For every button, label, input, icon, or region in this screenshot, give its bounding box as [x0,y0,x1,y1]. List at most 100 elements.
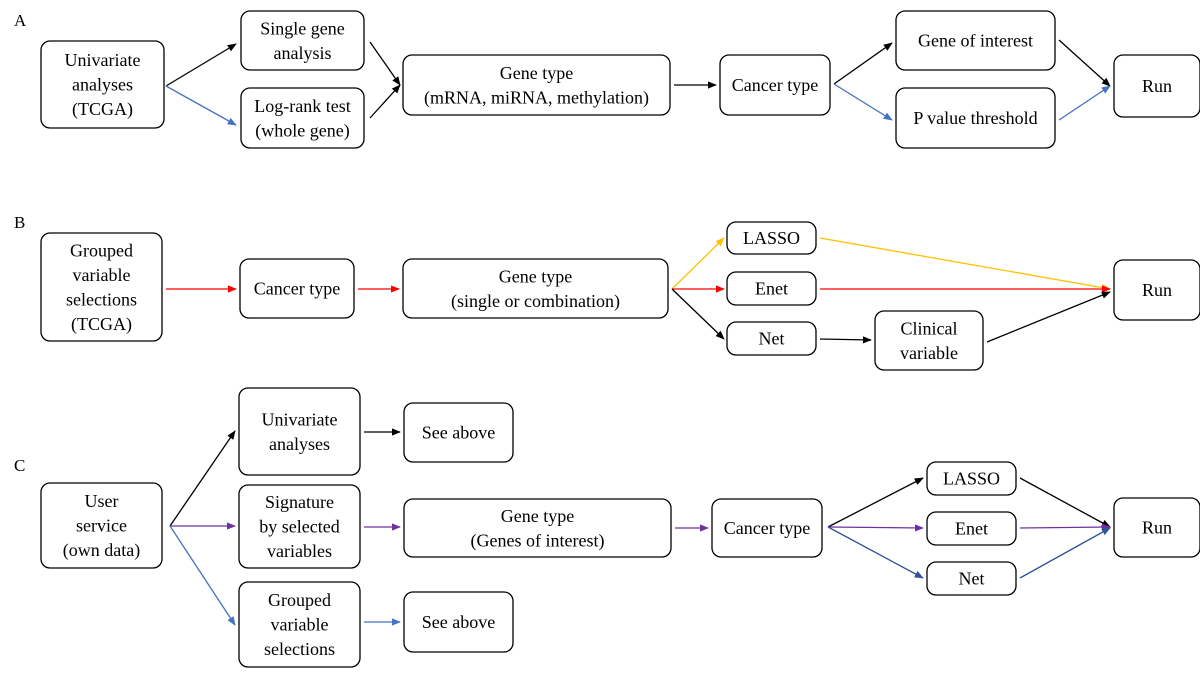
box-text: Cancer type [724,518,810,538]
box-text: Gene type [499,266,572,286]
box-a2: Single gene analysis [240,10,365,71]
box-b5: Enet [726,271,817,306]
box-text: (mRNA, miRNA, methylation) [424,87,649,108]
box-text: P value threshold [913,108,1037,128]
arrow-black [833,42,893,85]
box-text: Net [759,329,785,349]
box-c1: User service (own data) [40,482,163,569]
box-text: selections [264,639,335,659]
box-text: Cancer type [254,279,340,299]
box-text: Univariate [262,409,338,429]
box-text: selections [66,289,137,309]
box-text: analyses [269,434,330,454]
box-c4: Signature by selected variables [238,484,361,569]
arrow-purple [827,524,924,532]
box-text: Single gene [260,18,344,38]
box-c10: Run [1113,497,1200,558]
box-c2: Univariate analyses [238,387,361,476]
arrow-black [369,84,401,119]
box-a8: Run [1113,54,1200,118]
box-text: Gene type [500,63,573,83]
box-text: (single or combination) [451,291,620,312]
arrow-black [369,41,401,86]
box-text: See above [422,423,495,443]
box-c6: Cancer type [711,498,823,558]
box-text: variable [271,615,329,635]
box-text: Run [1142,280,1172,300]
arrow-blue [833,83,893,121]
box-text: Clinical [901,318,958,338]
box-b7: Clinical variable [874,310,984,371]
box-text: LASSO [743,228,800,248]
panel-label-c: C [14,456,25,475]
box-c8: Enet [926,511,1017,546]
arrow-black [169,430,236,527]
box-text: Enet [755,279,788,299]
box-text: (whole gene) [255,120,349,141]
box-c3: See above [403,402,514,463]
box-text: Run [1142,518,1172,538]
arrow-black [671,288,725,340]
box-text: (Genes of interest) [471,530,605,551]
box-text: User [85,491,119,511]
box-b8: Run [1113,259,1200,321]
box-b2: Cancer type [239,258,355,319]
arrow-blue [1058,85,1111,121]
box-c5: Gene type (Genes of interest) [403,498,672,558]
box-text: Cancer type [732,75,818,95]
box-text: analyses [72,75,133,95]
box-text: Enet [955,519,988,539]
arrow-yellow [671,237,725,290]
box-text: See above [422,612,495,632]
arrow-black [986,291,1111,343]
box-c12: See above [403,591,514,653]
arrow-blue [165,85,237,126]
panel-label-b: B [14,213,25,232]
box-text: Univariate [65,50,141,70]
workflow-diagram: Univariate analyses (TCGA) Single gene analy… [14,10,1200,668]
panel-label-a: A [14,11,27,30]
arrow-blue [169,525,236,626]
arrow-black [1058,39,1111,87]
box-a6: Gene of interest [895,10,1056,71]
box-text: Signature [265,492,334,512]
box-a3: Log-rank test (whole gene) [240,87,365,149]
box-a7: P value threshold [895,87,1056,149]
box-text: (own data) [63,540,140,561]
box-text: Gene of interest [918,31,1033,51]
arrow-black [827,477,924,528]
box-text: Run [1142,76,1172,96]
box-b3: Gene type (single or combination) [402,258,669,319]
boxes: Univariate analyses (TCGA) Single gene analy… [40,10,1200,668]
box-c11: Grouped variable selections [238,581,361,668]
box-text: variable [900,343,958,363]
box-c7: LASSO [926,461,1017,496]
box-text: Gene type [501,506,574,526]
box-text: (TCGA) [72,99,133,120]
box-text: variables [267,541,332,561]
box-b6: Net [726,321,817,356]
arrow-purple [1019,523,1111,531]
arrow-navy [827,526,924,579]
arrow-black [165,43,237,87]
box-text: (TCGA) [71,314,132,335]
arrow-black [1019,477,1111,528]
arrow-black [819,336,872,344]
box-c9: Net [926,561,1017,596]
box-text: Net [959,569,985,589]
box-text: Grouped [70,240,133,260]
box-a5: Cancer type [719,54,831,116]
box-a4: Gene type (mRNA, miRNA, methylation) [402,54,671,116]
box-text: variable [73,265,131,285]
box-text: by selected [259,517,339,537]
box-text: LASSO [943,469,1000,489]
box-frame [238,387,361,476]
box-text: Log-rank test [254,96,350,116]
box-text: service [76,516,127,536]
arrow-yellow [819,237,1111,292]
box-a1: Univariate analyses (TCGA) [40,40,165,129]
box-b1: Grouped variable selections (TCGA) [40,232,163,342]
box-b4: LASSO [726,221,817,255]
box-text: analysis [274,43,332,63]
box-text: Grouped [268,590,331,610]
